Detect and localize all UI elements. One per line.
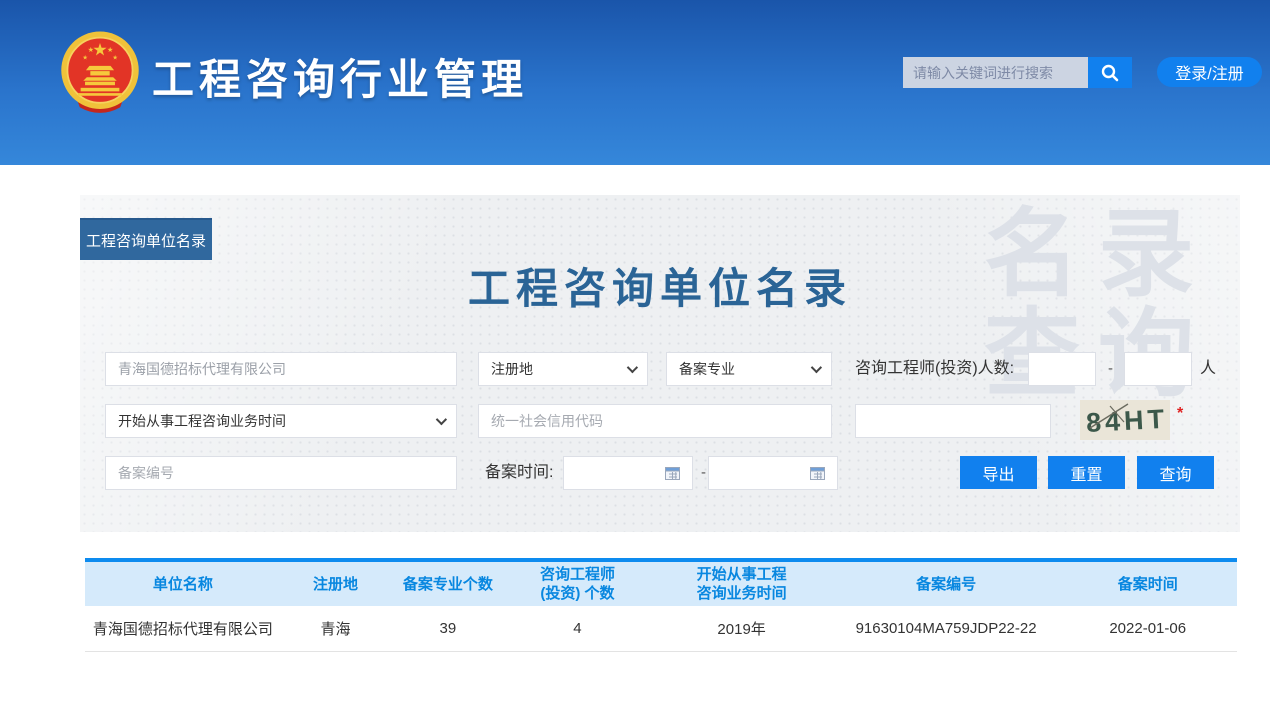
search-submit-button[interactable]: 查询 bbox=[1137, 456, 1214, 489]
svg-text:★: ★ bbox=[82, 55, 88, 62]
keyword-search-input[interactable] bbox=[903, 57, 1088, 88]
engineer-range-dash: - bbox=[1108, 352, 1113, 386]
calendar-icon bbox=[810, 466, 825, 480]
search-icon bbox=[1100, 63, 1120, 83]
svg-text:★: ★ bbox=[112, 55, 118, 62]
cell-record-number: 91630104MA759JDP22-22 bbox=[834, 606, 1059, 651]
table-header-row: 单位名称 注册地 备案专业个数 咨询工程师 (投资) 个数 开始从事工程 咨询业… bbox=[85, 560, 1237, 606]
site-title: 工程咨询行业管理 bbox=[152, 46, 528, 107]
col-header-record-time: 备案时间 bbox=[1058, 560, 1237, 606]
login-register-button[interactable]: 登录/注册 bbox=[1157, 57, 1262, 87]
svg-text:★: ★ bbox=[107, 46, 113, 54]
start-time-select-value: 开始从事工程咨询业务时间 bbox=[118, 411, 286, 431]
table-row[interactable]: 青海国德招标代理有限公司 青海 39 4 2019年 91630104MA759… bbox=[85, 606, 1237, 651]
company-name-input[interactable] bbox=[105, 352, 457, 386]
register-place-select-value: 注册地 bbox=[491, 359, 533, 379]
cell-engineer-count: 4 bbox=[505, 606, 649, 651]
captcha-required-mark: * bbox=[1177, 405, 1183, 423]
national-emblem-icon: ★ ★ ★ ★ bbox=[56, 27, 144, 117]
record-time-dash: - bbox=[701, 456, 706, 490]
person-unit-label: 人 bbox=[1200, 352, 1216, 386]
page-title: 工程咨询单位名录 bbox=[80, 255, 1240, 316]
svg-text:★: ★ bbox=[88, 46, 94, 54]
col-header-register-place: 注册地 bbox=[281, 560, 390, 606]
engineer-count-min-input[interactable] bbox=[1028, 352, 1096, 386]
col-header-start-time: 开始从事工程 咨询业务时间 bbox=[649, 560, 833, 606]
record-time-label: 备案时间: bbox=[485, 456, 553, 490]
chevron-down-icon bbox=[811, 362, 822, 373]
col-header-record-number: 备案编号 bbox=[834, 560, 1059, 606]
col-header-unit-name: 单位名称 bbox=[85, 560, 281, 606]
col-header-major-count: 备案专业个数 bbox=[390, 560, 505, 606]
register-place-select[interactable]: 注册地 bbox=[478, 352, 648, 386]
record-number-input[interactable] bbox=[105, 456, 457, 490]
header-search bbox=[903, 57, 1132, 88]
record-major-select-value: 备案专业 bbox=[679, 359, 735, 379]
tab-unit-directory[interactable]: 工程咨询单位名录 bbox=[80, 218, 212, 260]
chevron-down-icon bbox=[436, 414, 447, 425]
directory-panel: 名录查询 工程咨询单位名录 工程咨询单位名录 注册地 备案专业 咨询工程师(投资… bbox=[80, 195, 1240, 532]
start-time-select[interactable]: 开始从事工程咨询业务时间 bbox=[105, 404, 457, 438]
engineer-count-max-input[interactable] bbox=[1124, 352, 1192, 386]
engineer-count-label: 咨询工程师(投资)人数: bbox=[855, 352, 1014, 386]
credit-code-input[interactable] bbox=[478, 404, 832, 438]
captcha-image[interactable]: 84HT bbox=[1080, 400, 1170, 440]
captcha-text: 84HT bbox=[1085, 404, 1165, 438]
cell-major-count: 39 bbox=[390, 606, 505, 651]
col-header-engineer-count: 咨询工程师 (投资) 个数 bbox=[505, 560, 649, 606]
results-table: 单位名称 注册地 备案专业个数 咨询工程师 (投资) 个数 开始从事工程 咨询业… bbox=[85, 558, 1237, 652]
search-button[interactable] bbox=[1088, 57, 1132, 88]
reset-button[interactable]: 重置 bbox=[1048, 456, 1125, 489]
top-banner: ★ ★ ★ ★ 工程咨询行业管理 登录/注册 bbox=[0, 0, 1270, 165]
cell-start-time: 2019年 bbox=[649, 606, 833, 651]
page: ★ ★ ★ ★ 工程咨询行业管理 登录/注册 名录查询 工程咨 bbox=[0, 0, 1270, 725]
record-time-end-input[interactable] bbox=[708, 456, 838, 490]
calendar-icon bbox=[665, 466, 680, 480]
cell-register-place: 青海 bbox=[281, 606, 390, 651]
cell-unit-name: 青海国德招标代理有限公司 bbox=[85, 606, 281, 651]
record-time-start-input[interactable] bbox=[563, 456, 693, 490]
record-major-select[interactable]: 备案专业 bbox=[666, 352, 832, 386]
captcha-input[interactable] bbox=[855, 404, 1051, 438]
export-button[interactable]: 导出 bbox=[960, 456, 1037, 489]
cell-record-time: 2022-01-06 bbox=[1058, 606, 1237, 651]
chevron-down-icon bbox=[627, 362, 638, 373]
